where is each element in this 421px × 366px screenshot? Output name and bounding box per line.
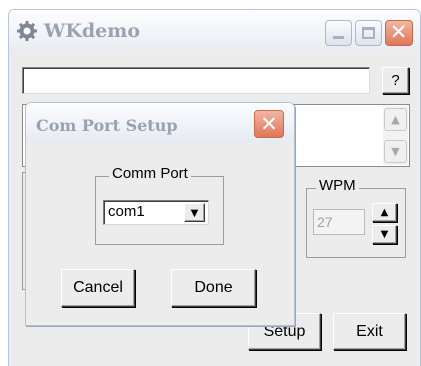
chevron-down-icon: ▼ — [391, 145, 400, 158]
wpm-decrement-button[interactable]: ▼ — [372, 225, 397, 244]
dialog-title: Com Port Setup — [36, 116, 178, 135]
close-button[interactable]: ✕ — [385, 20, 413, 46]
wpm-increment-button[interactable]: ▲ — [372, 203, 397, 222]
close-icon: ✕ — [389, 20, 408, 44]
arrow-down-icon: ▼ — [380, 229, 389, 240]
comm-port-select[interactable]: com1 ▼ — [103, 200, 209, 225]
comm-port-value: com1 — [108, 203, 145, 220]
comm-port-label: Comm Port — [109, 165, 191, 182]
text-input[interactable] — [22, 67, 370, 94]
arrow-up-icon: ▲ — [380, 207, 389, 218]
help-button[interactable]: ? — [382, 67, 409, 94]
wpm-label: WPM — [316, 177, 359, 194]
scroll-down-button[interactable]: ▼ — [384, 140, 407, 163]
maximize-icon — [362, 27, 375, 39]
done-button[interactable]: Done — [171, 269, 256, 307]
minimize-icon — [333, 36, 344, 39]
dropdown-arrow-icon[interactable]: ▼ — [184, 203, 205, 222]
gear-app-icon[interactable] — [16, 20, 38, 42]
chevron-up-icon: ▲ — [391, 113, 400, 126]
memo-scrollbar[interactable]: ▲ ▼ — [383, 106, 408, 165]
maximize-button[interactable] — [355, 20, 382, 46]
exit-button[interactable]: Exit — [333, 313, 406, 350]
cancel-button[interactable]: Cancel — [61, 269, 135, 307]
scroll-up-button[interactable]: ▲ — [384, 108, 407, 131]
minimize-button[interactable] — [325, 20, 352, 46]
wpm-value-field[interactable]: 27 — [313, 209, 365, 235]
window-title: WKdemo — [44, 20, 141, 42]
close-icon: ✕ — [260, 112, 278, 136]
dialog-close-button[interactable]: ✕ — [254, 110, 284, 138]
